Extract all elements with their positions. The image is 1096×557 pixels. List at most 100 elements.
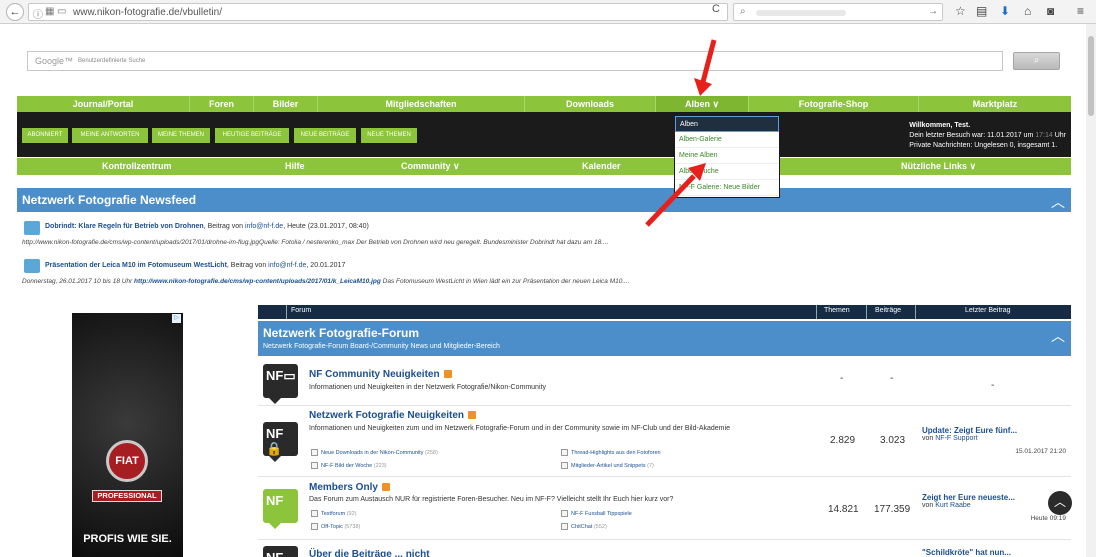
- nav-downloads[interactable]: Downloads: [525, 96, 656, 112]
- pill-abonniert[interactable]: ABONNIERT: [22, 128, 68, 143]
- subforum-label[interactable]: NF-F Bild der Woche: [321, 463, 372, 469]
- news-item-excerpt: Donnerstag, 26.01.2017 10 bis 18 Uhr htt…: [22, 278, 630, 285]
- nav-bilder[interactable]: Bilder: [254, 96, 318, 112]
- col-beitraege[interactable]: Beiträge: [875, 307, 901, 314]
- google-search-input[interactable]: Google™ Benutzerdefinierte Suche: [27, 51, 1003, 71]
- rss-icon[interactable]: [468, 411, 477, 420]
- subforum-label[interactable]: NF-F Fussball Tippspiele: [571, 511, 632, 517]
- scroll-to-top-button[interactable]: ︿: [1048, 491, 1072, 515]
- subforum-label[interactable]: Thread-Highlights aus den Fotoforen: [571, 450, 661, 456]
- secondary-nav: Kontrollzentrum Hilfe Community ∨ Kalend…: [17, 158, 1071, 175]
- col-letzter-beitrag[interactable]: Letzter Beitrag: [965, 307, 1011, 314]
- pocket-icon[interactable]: ◙: [1047, 4, 1054, 18]
- page-scrollbar[interactable]: [1086, 24, 1096, 557]
- reading-list-icon[interactable]: ▤: [976, 4, 987, 18]
- news-item-link[interactable]: Dobrindt: Klare Regeln für Betrieb von D…: [45, 223, 204, 230]
- subforum-link[interactable]: Off-Topic (5738): [311, 523, 360, 530]
- last-post-title[interactable]: Update: Zeigt Eure fünf...: [922, 426, 1017, 435]
- pill-meine-antworten[interactable]: MEINE ANTWORTEN: [72, 128, 148, 143]
- info-icon[interactable]: ⓘ: [33, 6, 43, 21]
- news-item-author[interactable]: info@nf-f.de: [245, 223, 283, 230]
- subforum-label[interactable]: Mitglieder-Artikel und Snippets: [571, 463, 646, 469]
- subforum-link[interactable]: ChitChat (552): [561, 523, 607, 530]
- news-item-author[interactable]: info@nf-f.de: [268, 262, 306, 269]
- subforum-label[interactable]: ChitChat: [571, 524, 592, 530]
- category-title[interactable]: Netzwerk Fotografie-Forum: [263, 326, 419, 340]
- subforum-link[interactable]: Testforum (92): [311, 510, 356, 517]
- adchoices-icon[interactable]: ▷: [172, 314, 181, 323]
- subforum-link[interactable]: Neue Downloads in der Nikon-Community (2…: [311, 449, 438, 456]
- ad-slogan: PROFIS WIE SIE.: [83, 533, 172, 545]
- nav-nuetzliche-links[interactable]: Nützliche Links ∨: [901, 158, 976, 175]
- address-bar[interactable]: ⓘ ▦ ▭ www.nikon-fotografie.de/vbulletin/: [28, 3, 728, 21]
- download-icon[interactable]: ⬇: [1000, 4, 1010, 18]
- beitraege-count: -: [890, 373, 894, 384]
- forum-status-icon: NF: [263, 489, 298, 529]
- main-nav: Journal/Portal Foren Bilder Mitgliedscha…: [17, 96, 1071, 112]
- pill-meine-themen[interactable]: MEINE THEMEN: [152, 128, 210, 143]
- nav-mitgliedschaften[interactable]: Mitgliedschaften: [318, 96, 525, 112]
- alben-dropdown-menu: Alben Alben-Galerie Meine Alben Alben/Su…: [674, 115, 780, 198]
- col-themen[interactable]: Themen: [824, 307, 850, 314]
- back-button[interactable]: ←: [6, 3, 24, 21]
- news-item-link[interactable]: Präsentation der Leica M10 im Fotomuseum…: [45, 262, 227, 269]
- forum-title-link[interactable]: Netzwerk Fotografie Neuigkeiten: [309, 410, 464, 421]
- forum-title-link[interactable]: Über die Beiträge ... nicht: [309, 549, 430, 557]
- private-messages[interactable]: Private Nachrichten: Ungelesen 0, insges…: [909, 141, 1066, 151]
- menu-icon[interactable]: ≡: [1077, 4, 1084, 18]
- excerpt-link[interactable]: http://www.nikon-fotografie.de/cms/wp-co…: [134, 278, 381, 285]
- subforum-label[interactable]: Off-Topic: [321, 524, 343, 530]
- google-search-button[interactable]: ⌕: [1013, 52, 1060, 70]
- nav-fotografie-shop[interactable]: Fotografie-Shop: [749, 96, 919, 112]
- subforum-link[interactable]: Thread-Highlights aus den Fotoforen: [561, 449, 661, 456]
- col-forum[interactable]: Forum: [291, 307, 311, 314]
- nav-foren[interactable]: Foren: [190, 96, 254, 112]
- dropdown-item-galerie-neue-bilder[interactable]: NF-F Galerie: Neue Bilder: [675, 180, 779, 196]
- subforum-link[interactable]: Mitglieder-Artikel und Snippets (7): [561, 462, 654, 469]
- forum-title-link[interactable]: Members Only: [309, 482, 378, 493]
- pill-neue-themen[interactable]: NEUE THEMEN: [361, 128, 417, 143]
- last-post-author[interactable]: Kurt Raabe: [935, 502, 970, 509]
- subforum-label[interactable]: Testforum: [321, 511, 345, 517]
- header-divider: [286, 305, 287, 319]
- page-icon: ▭: [57, 6, 67, 17]
- nav-community[interactable]: Community ∨: [401, 158, 460, 175]
- nav-journal-portal[interactable]: Journal/Portal: [17, 96, 190, 112]
- last-post-author[interactable]: NF-F Support: [935, 435, 977, 442]
- dropdown-item-alben-galerie[interactable]: Alben-Galerie: [675, 132, 779, 148]
- nav-kalender[interactable]: Kalender: [582, 158, 621, 175]
- star-icon[interactable]: ☆: [955, 4, 966, 18]
- collapse-icon[interactable]: ︿: [1051, 192, 1065, 212]
- nav-alben[interactable]: Alben ∨: [656, 96, 749, 112]
- home-icon[interactable]: ⌂: [1024, 4, 1031, 18]
- advertisement-banner[interactable]: ▷ FIAT PROFESSIONAL PROFIS WIE SIE.: [72, 313, 183, 557]
- rss-icon[interactable]: [443, 370, 452, 379]
- permissions-icon[interactable]: ▦: [45, 6, 54, 17]
- subforum-label[interactable]: Neue Downloads in der Nikon-Community: [321, 450, 423, 456]
- reload-button[interactable]: C: [712, 3, 720, 15]
- last-post-by: von: [922, 502, 936, 509]
- collapse-icon[interactable]: ︿: [1051, 326, 1065, 346]
- subforum-link[interactable]: NF-F Fussball Tippspiele: [561, 510, 632, 517]
- dropdown-item-meine-alben[interactable]: Meine Alben: [675, 148, 779, 164]
- pill-heutige-beitraege[interactable]: HEUTIGE BEITRÄGE: [215, 128, 289, 143]
- themen-count: 14.821: [828, 504, 859, 515]
- news-item-date: , 20.01.2017: [306, 262, 346, 269]
- subforum-icon: [561, 449, 568, 456]
- search-go-icon[interactable]: →: [928, 6, 938, 17]
- browser-search-field[interactable]: ⌕ →: [733, 3, 943, 21]
- dropdown-item-alben[interactable]: Alben: [675, 116, 779, 132]
- forum-title-link[interactable]: NF Community Neuigkeiten: [309, 369, 440, 380]
- pill-neue-beitraege[interactable]: NEUE BEITRÄGE: [294, 128, 356, 143]
- nav-hilfe[interactable]: Hilfe: [285, 158, 305, 175]
- url-text[interactable]: www.nikon-fotografie.de/vbulletin/: [73, 7, 222, 18]
- nav-kontrollzentrum[interactable]: Kontrollzentrum: [102, 158, 172, 175]
- rss-icon[interactable]: [381, 483, 390, 492]
- last-post-title[interactable]: "Schildkröte" hat nun...: [922, 548, 1011, 557]
- subforum-link[interactable]: NF-F Bild der Woche (223): [311, 462, 387, 469]
- dropdown-item-alben-suche[interactable]: Alben/Suche: [675, 164, 779, 180]
- nav-marktplatz[interactable]: Marktplatz: [919, 96, 1071, 112]
- scrollbar-thumb[interactable]: [1088, 36, 1094, 116]
- last-post-title[interactable]: Zeigt her Eure neueste...: [922, 493, 1015, 502]
- forum-row-title: NF Community Neuigkeiten: [309, 369, 452, 380]
